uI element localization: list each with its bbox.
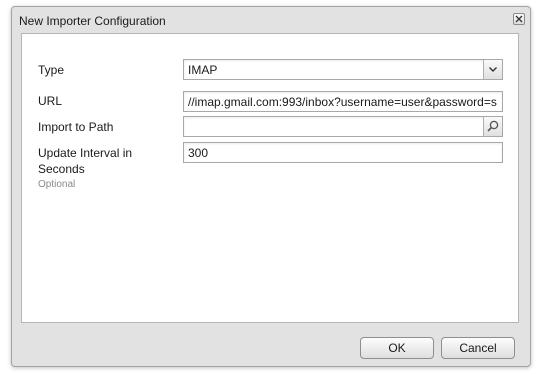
type-select-value: IMAP (188, 63, 218, 77)
path-browse-button[interactable] (483, 117, 502, 136)
interval-label-line1: Update Interval in (38, 146, 133, 160)
type-select-arrow[interactable] (483, 60, 502, 79)
dialog-titlebar: New Importer Configuration (12, 7, 530, 33)
close-button[interactable] (513, 13, 525, 25)
cancel-button[interactable]: Cancel (441, 337, 515, 359)
type-label: Type (38, 63, 65, 77)
interval-input[interactable]: 300 (183, 142, 503, 163)
type-select[interactable]: IMAP (183, 59, 503, 80)
interval-input-value: 300 (188, 146, 209, 160)
url-input[interactable]: //imap.gmail.com:993/inbox?username=user… (183, 91, 503, 112)
dialog-title: New Importer Configuration (19, 14, 166, 28)
chevron-down-icon (489, 67, 497, 72)
interval-optional-hint: Optional (38, 179, 76, 190)
interval-label-line2: Seconds (38, 162, 85, 176)
import-path-label: Import to Path (38, 120, 114, 134)
url-input-value: //imap.gmail.com:993/inbox?username=user… (188, 95, 497, 109)
search-icon (487, 120, 499, 132)
ok-button[interactable]: OK (360, 337, 434, 359)
url-label: URL (38, 94, 63, 108)
importer-config-dialog: New Importer Configuration Type IMAP URL… (11, 6, 531, 367)
import-path-input[interactable] (183, 116, 503, 137)
form-panel: Type IMAP URL //imap.gmail.com:993/inbox… (21, 33, 519, 323)
close-icon (515, 15, 523, 23)
